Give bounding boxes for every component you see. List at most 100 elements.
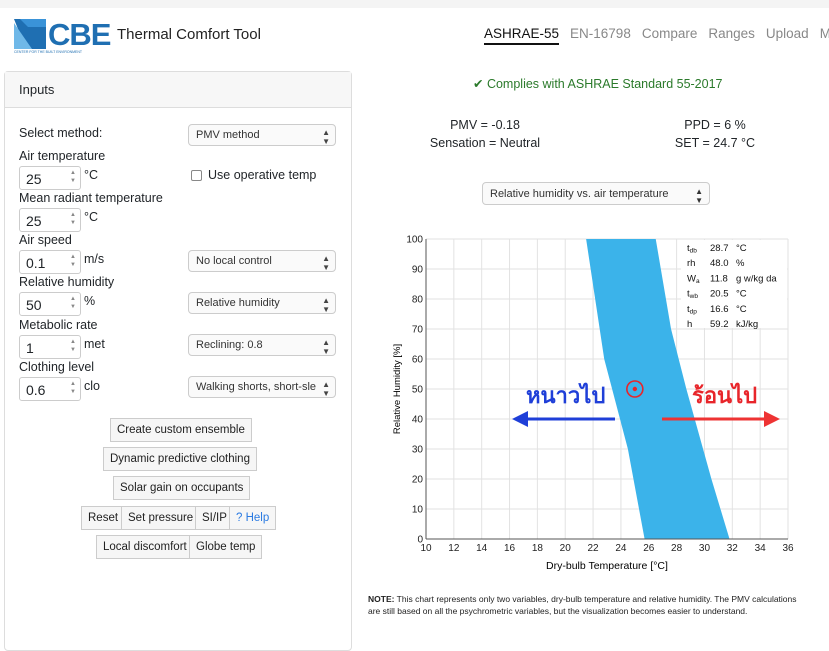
cbe-logo-mark-icon (14, 19, 46, 49)
psychro-symbol: rh (687, 258, 695, 269)
y-tick-label: 90 (412, 265, 424, 276)
x-tick-label: 28 (671, 543, 683, 554)
stepper-icon[interactable]: ▲ ▼ (68, 295, 78, 313)
current-point-dot (632, 386, 638, 392)
annotations: หนาวไป ร้อนไป (512, 380, 780, 427)
met-input[interactable]: 1 ▲ ▼ (19, 335, 81, 359)
air-temp-value: 25 (26, 171, 42, 187)
humidity-type-value: Relative humidity (196, 297, 280, 309)
dynamic-clothing-button[interactable]: Dynamic predictive clothing (103, 447, 257, 471)
stepper-icon[interactable]: ▲ ▼ (68, 253, 78, 271)
x-tick-label: 34 (755, 543, 767, 554)
logo-subtext: CENTER FOR THE BUILT ENVIRONMENT (14, 50, 83, 54)
chart-axes: 10 12 14 16 18 20 22 24 26 28 30 32 34 36010203040506… (406, 235, 794, 555)
rh-value: 50 (26, 297, 42, 313)
select-arrows-icon: ▲ ▼ (322, 296, 330, 314)
reset-button[interactable]: Reset (81, 506, 126, 530)
clo-input[interactable]: 0.6 ▲ ▼ (19, 377, 81, 401)
nav-en16798[interactable]: EN-16798 (570, 26, 631, 45)
main-nav: ASHRAE-55 EN-16798 Compare Ranges Upload… (484, 26, 829, 45)
stepper-icon[interactable]: ▲ ▼ (68, 338, 78, 356)
compliance-status: ✔ Complies with ASHRAE Standard 55-2017 (473, 77, 723, 91)
select-arrows-icon: ▲ ▼ (322, 128, 330, 146)
air-speed-label: Air speed (19, 233, 72, 247)
pmv-value: PMV = -0.18 (450, 118, 520, 132)
nav-upload[interactable]: Upload (766, 26, 809, 45)
globe-temp-button[interactable]: Globe temp (189, 535, 263, 559)
logo-text: CBE (48, 17, 111, 52)
psychro-unit: °C (736, 289, 747, 300)
x-axis-label: Dry-bulb Temperature [°C] (546, 560, 668, 572)
chart-type-select[interactable]: Relative humidity vs. air temperature ▲ ▼ (482, 182, 710, 205)
psychro-unit: kJ/kg (736, 319, 758, 330)
cbe-logo[interactable]: CBE CENTER FOR THE BUILT ENVIRONMENT (14, 17, 111, 54)
browser-top-strip (0, 0, 829, 8)
y-tick-label: 70 (412, 325, 424, 336)
air-temp-input[interactable]: 25 ▲ ▼ (19, 166, 81, 190)
psychro-symbol: tdb (687, 243, 697, 255)
chart-note: NOTE: This chart represents only two var… (368, 593, 798, 617)
select-arrows-icon: ▲ ▼ (695, 187, 703, 205)
mrt-unit: °C (84, 210, 99, 224)
checkbox-icon[interactable] (191, 169, 202, 181)
nav-ranges[interactable]: Ranges (708, 26, 755, 45)
current-point-ring (626, 380, 644, 398)
method-select[interactable]: PMV method ▲ ▼ (188, 124, 336, 146)
solar-gain-button[interactable]: Solar gain on occupants (113, 476, 251, 500)
psychro-symbol: Wa (687, 273, 700, 285)
activity-select[interactable]: Reclining: 0.8 ▲ ▼ (188, 334, 336, 356)
air-speed-value: 0.1 (26, 255, 46, 271)
x-tick-label: 24 (615, 543, 627, 554)
x-tick-label: 30 (699, 543, 711, 554)
mrt-input[interactable]: 25 ▲ ▼ (19, 208, 81, 232)
nav-ashrae55[interactable]: ASHRAE-55 (484, 26, 560, 45)
x-tick-label: 22 (588, 543, 600, 554)
nav-compare[interactable]: Compare (642, 26, 698, 45)
y-axis-label: Relative Humidity [%] (392, 344, 403, 434)
x-tick-label: 18 (532, 543, 544, 554)
inputs-title: Inputs (5, 72, 351, 108)
humidity-type-select[interactable]: Relative humidity ▲ ▼ (188, 292, 336, 314)
air-temp-label: Air temperature (19, 149, 106, 163)
psychro-value: 48.0 (710, 258, 729, 269)
nav-mrt[interactable]: MRT (820, 26, 829, 45)
custom-ensemble-button[interactable]: Create custom ensemble (110, 418, 252, 442)
y-tick-label: 60 (412, 355, 424, 366)
x-tick-label: 26 (643, 543, 655, 554)
activity-value: Reclining: 0.8 (196, 339, 263, 351)
stepper-icon[interactable]: ▲ ▼ (68, 211, 78, 229)
psychro-value: 11.8 (710, 273, 728, 284)
mrt-label: Mean radiant temperature (19, 191, 163, 205)
clo-unit: clo (84, 379, 100, 393)
psychro-value: 59.2 (710, 319, 729, 330)
rh-input[interactable]: 50 ▲ ▼ (19, 292, 81, 316)
stepper-icon[interactable]: ▲ ▼ (68, 169, 78, 187)
y-tick-label: 20 (412, 475, 424, 486)
y-tick-label: 80 (412, 295, 424, 306)
x-tick-label: 16 (504, 543, 516, 554)
local-control-value: No local control (196, 255, 272, 267)
method-select-value: PMV method (196, 129, 260, 141)
met-unit: met (84, 337, 105, 351)
local-control-select[interactable]: No local control ▲ ▼ (188, 250, 336, 272)
local-discomfort-button[interactable]: Local discomfort (96, 535, 194, 559)
clothing-select[interactable]: Walking shorts, short-sle ▲ ▼ (188, 376, 336, 398)
met-label: Metabolic rate (19, 318, 98, 332)
air-temp-unit: °C (84, 168, 99, 182)
chart-grid (425, 238, 789, 540)
use-operative-checkbox[interactable]: Use operative temp (191, 168, 316, 182)
comfort-zone-area (586, 239, 730, 539)
select-arrows-icon: ▲ ▼ (322, 338, 330, 356)
note-text: This chart represents only two variables… (368, 594, 797, 616)
psychro-unit: g w/kg da (736, 273, 777, 284)
app-title: Thermal Comfort Tool (117, 26, 261, 43)
air-speed-input[interactable]: 0.1 ▲ ▼ (19, 250, 81, 274)
psychro-unit: °C (736, 304, 747, 315)
help-button[interactable]: ? Help (229, 506, 277, 530)
y-tick-label: 0 (417, 535, 423, 546)
stepper-icon[interactable]: ▲ ▼ (68, 380, 78, 398)
x-tick-label: 32 (727, 543, 739, 554)
set-pressure-button[interactable]: Set pressure (121, 506, 201, 530)
sensation-value: Sensation = Neutral (429, 136, 541, 150)
y-tick-label: 30 (412, 445, 424, 456)
